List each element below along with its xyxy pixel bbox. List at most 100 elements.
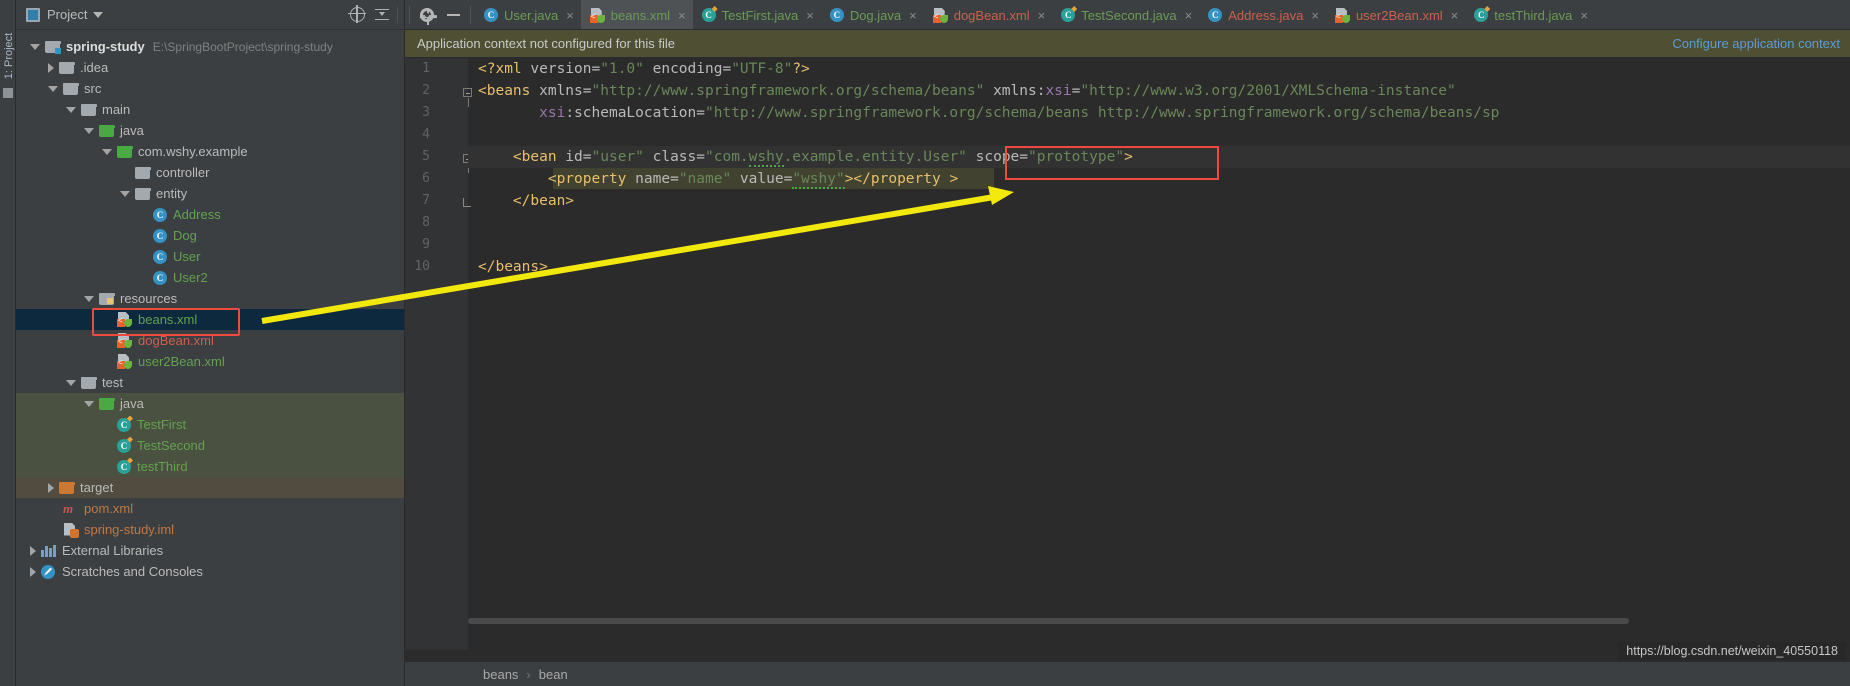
tab-label: testThird.java	[1494, 7, 1573, 23]
tree-node-package[interactable]: com.wshy.example	[16, 141, 404, 162]
tree-node-testthird[interactable]: CtestThird	[16, 456, 404, 477]
tabbar-divider	[405, 29, 1850, 30]
project-tree[interactable]: spring-study E:\SpringBootProject\spring-…	[16, 30, 404, 582]
tab-user2bean-xml[interactable]: user2Bean.xml ×	[1326, 0, 1465, 30]
tab-dog-java[interactable]: C Dog.java ×	[821, 0, 924, 30]
tab-close-icon[interactable]: ×	[1185, 8, 1193, 23]
expand-arrow-down-icon[interactable]	[84, 127, 94, 134]
scroll-from-source-button[interactable]	[347, 4, 369, 26]
tab-close-icon[interactable]: ×	[1451, 8, 1459, 23]
line-number: 8	[422, 215, 430, 230]
tab-testsecond-java[interactable]: C TestSecond.java ×	[1052, 0, 1199, 30]
tab-dogbean-xml[interactable]: dogBean.xml ×	[924, 0, 1052, 30]
no-arrow-spacer[interactable]	[120, 172, 130, 173]
no-arrow-spacer[interactable]	[102, 361, 112, 362]
no-arrow-spacer[interactable]	[138, 214, 148, 215]
tab-close-icon[interactable]: ×	[1580, 8, 1588, 23]
no-arrow-spacer[interactable]	[138, 235, 148, 236]
no-arrow-spacer[interactable]	[48, 508, 58, 509]
hide-editor-button[interactable]	[440, 0, 466, 30]
breadcrumb-item-beans[interactable]: beans	[483, 667, 518, 682]
expand-arrow-down-icon[interactable]	[48, 85, 58, 92]
tree-node-scratches[interactable]: Scratches and Consoles	[16, 561, 404, 582]
maven-pom-icon: m	[63, 500, 74, 516]
tab-address-java[interactable]: C Address.java ×	[1199, 0, 1326, 30]
no-arrow-spacer[interactable]	[138, 256, 148, 257]
tree-node-label: spring-study.iml	[84, 522, 175, 537]
collapse-all-button[interactable]	[371, 4, 393, 26]
breadcrumb-item-bean[interactable]: bean	[539, 667, 568, 682]
tree-node-test-java[interactable]: java	[16, 393, 404, 414]
tab-close-icon[interactable]: ×	[566, 8, 574, 23]
tab-testfirst-java[interactable]: C TestFirst.java ×	[693, 0, 821, 30]
tree-node-iml[interactable]: spring-study.iml	[16, 519, 404, 540]
tree-node-pom-xml[interactable]: m pom.xml	[16, 498, 404, 519]
spring-xml-icon	[932, 7, 948, 23]
expand-arrow-down-icon[interactable]	[102, 148, 112, 155]
expand-arrow-down-icon[interactable]	[66, 106, 76, 113]
no-arrow-spacer[interactable]	[102, 340, 112, 341]
breadcrumb[interactable]: beans › bean	[405, 662, 1850, 686]
tree-node-user2[interactable]: C User2	[16, 267, 404, 288]
tree-node-user2bean-xml[interactable]: user2Bean.xml	[16, 351, 404, 372]
tab-close-icon[interactable]: ×	[1038, 8, 1046, 23]
horizontal-scrollbar[interactable]	[468, 616, 1850, 626]
tree-node-label: resources	[120, 291, 178, 306]
tree-node-target[interactable]: target	[16, 477, 404, 498]
expand-arrow-down-icon[interactable]	[84, 400, 94, 407]
scrollbar-thumb[interactable]	[468, 618, 1629, 624]
tab-close-icon[interactable]: ×	[909, 8, 917, 23]
tree-node-label: TestFirst	[137, 417, 187, 432]
tab-close-icon[interactable]: ×	[806, 8, 814, 23]
tree-node-main[interactable]: main	[16, 99, 404, 120]
tab-user-java[interactable]: C User.java ×	[475, 0, 581, 30]
tree-node-main-java[interactable]: java	[16, 120, 404, 141]
tree-node-address[interactable]: C Address	[16, 204, 404, 225]
tab-beans-xml[interactable]: beans.xml ×	[580, 0, 693, 30]
structure-tool-window-icon[interactable]	[3, 88, 13, 98]
tree-node-spring-study[interactable]: spring-study E:\SpringBootProject\spring-…	[16, 36, 404, 57]
expand-arrow-right-icon[interactable]	[30, 566, 36, 577]
chevron-down-icon[interactable]	[93, 11, 104, 18]
tree-node-controller[interactable]: controller	[16, 162, 404, 183]
tree-node-label: controller	[156, 165, 210, 180]
no-arrow-spacer[interactable]	[102, 445, 112, 446]
spring-xml-icon	[117, 312, 132, 327]
tree-node-dog[interactable]: C Dog	[16, 225, 404, 246]
no-arrow-spacer[interactable]	[102, 319, 112, 320]
tree-node-resources[interactable]: resources	[16, 288, 404, 309]
tree-node-src[interactable]: src	[16, 78, 404, 99]
expand-arrow-down-icon[interactable]	[120, 190, 130, 197]
tree-node-entity[interactable]: entity	[16, 183, 404, 204]
no-arrow-spacer[interactable]	[138, 277, 148, 278]
expand-arrow-right-icon[interactable]	[48, 62, 54, 73]
expand-arrow-down-icon[interactable]	[66, 379, 76, 386]
expand-arrow-right-icon[interactable]	[48, 482, 54, 493]
tree-node-beans-xml[interactable]: beans.xml	[16, 309, 404, 330]
tree-node-label: test	[102, 375, 123, 390]
no-arrow-spacer[interactable]	[102, 466, 112, 467]
tree-node-external-libraries[interactable]: External Libraries	[16, 540, 404, 561]
tab-testthird-java[interactable]: CtestThird.java ×	[1465, 0, 1595, 30]
project-tool-window-button[interactable]: 1: Project	[3, 28, 15, 84]
line-number-gutter: 1 2 3 4 5 6 7 8 9 10	[405, 58, 472, 650]
tree-node-idea[interactable]: .idea	[16, 57, 404, 78]
tree-node-dogbean-xml[interactable]: dogBean.xml	[16, 330, 404, 351]
tree-node-testfirst[interactable]: C TestFirst	[16, 414, 404, 435]
configure-application-context-link[interactable]: Configure application context	[1672, 36, 1840, 51]
tab-close-icon[interactable]: ×	[678, 8, 686, 23]
no-arrow-spacer[interactable]	[102, 424, 112, 425]
expand-arrow-down-icon[interactable]	[30, 43, 40, 50]
tab-close-icon[interactable]: ×	[1311, 8, 1319, 23]
editor-settings-button[interactable]	[414, 0, 440, 30]
no-arrow-spacer[interactable]	[48, 529, 58, 530]
tree-node-testsecond[interactable]: C TestSecond	[16, 435, 404, 456]
code-editor[interactable]: 1 2 3 4 5 6 7 8 9 10 <?xml version="1.0"…	[405, 58, 1850, 650]
spring-xml-icon	[1334, 7, 1350, 23]
tree-node-user[interactable]: C User	[16, 246, 404, 267]
editor-tab-bar[interactable]: C User.java × beans.xml × C TestFirst.java × C Do…	[405, 0, 1850, 30]
expand-arrow-right-icon[interactable]	[30, 545, 36, 556]
tree-node-test[interactable]: test	[16, 372, 404, 393]
code-content[interactable]: <?xml version="1.0" encoding="UTF-8"?> <…	[468, 58, 1850, 650]
expand-arrow-down-icon[interactable]	[84, 295, 94, 302]
